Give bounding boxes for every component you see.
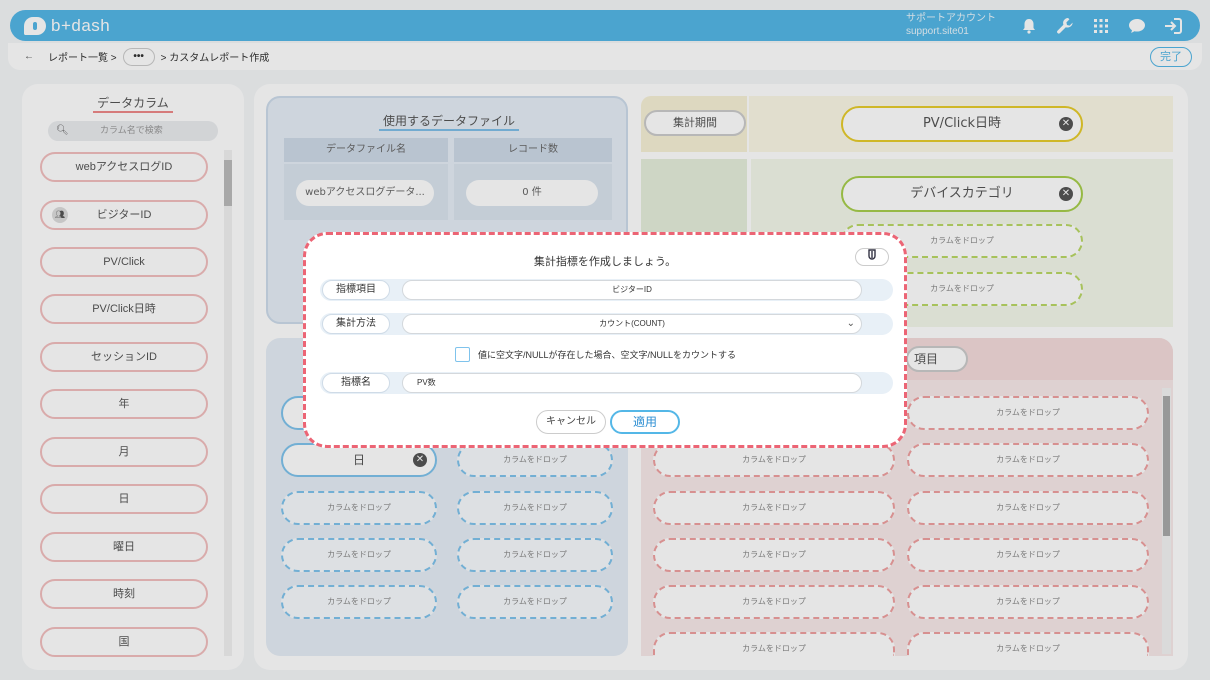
metric-name-row: 指標名 PV数 [320, 372, 893, 394]
cancel-button[interactable]: キャンセル [536, 410, 606, 434]
metric-name-label: 指標名 [322, 373, 390, 393]
count-null-checkbox[interactable] [455, 347, 470, 362]
aggregation-method-label: 集計方法 [322, 314, 390, 334]
aggregation-method-row: 集計方法 カウント(COUNT) ⌄ [320, 313, 893, 335]
hint-icon[interactable] [855, 248, 889, 266]
metric-item-field[interactable]: ビジターID [402, 280, 862, 300]
aggregation-method-select[interactable]: カウント(COUNT) ⌄ [402, 314, 862, 334]
metric-name-input[interactable]: PV数 [402, 373, 862, 393]
metric-item-label: 指標項目 [322, 280, 390, 300]
metric-item-row: 指標項目 ビジターID [320, 279, 893, 301]
count-null-option[interactable]: 値に空文字/NULLが存在した場合、空文字/NULLをカウントする [455, 347, 736, 362]
modal-title: 集計指標を作成しましょう。 [533, 256, 677, 268]
create-metric-modal: 集計指標を作成しましょう。 指標項目 ビジターID 集計方法 カウント(COUN… [303, 232, 907, 448]
aggregation-method-value: カウント(COUNT) [599, 319, 665, 328]
chevron-down-icon: ⌄ [846, 318, 855, 329]
apply-button[interactable]: 適用 [610, 410, 680, 434]
count-null-label: 値に空文字/NULLが存在した場合、空文字/NULLをカウントする [478, 350, 737, 360]
